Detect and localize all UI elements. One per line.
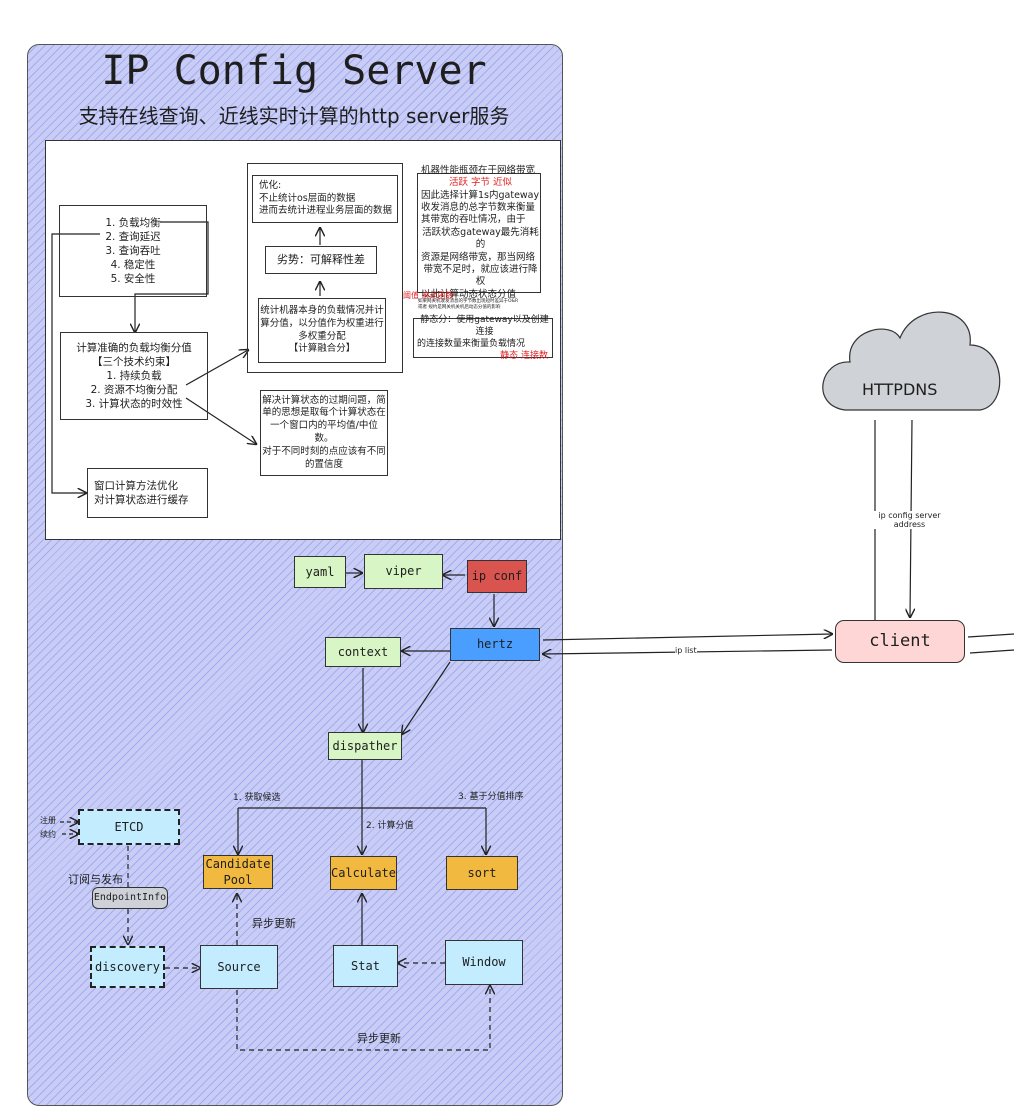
renew-label: 续约: [40, 830, 56, 839]
constraints-box: 计算准确的负载均衡分值 【三个技术约束】 1. 持续负载 2. 资源不均衡分配 3. 计…: [60, 332, 208, 420]
optimize-line: 优化:: [259, 179, 282, 191]
note-line: 或者 规约是网关机关机后动态分值的影响: [418, 304, 501, 310]
step2-label: 2. 计算分值: [366, 821, 414, 831]
dynamic-line: 因此选择计算1s内gateway: [421, 189, 540, 201]
step1-label: 1. 获取候选: [233, 793, 281, 803]
discovery-node[interactable]: discovery: [90, 946, 165, 988]
window-note-box: 解决计算状态的过期问题，简 单的思想是取每个计算状态在 一个窗口内的平均值/中位数。…: [260, 390, 388, 476]
goal-item: 3. 查询吞吐: [105, 244, 161, 257]
register-label: 注册: [40, 816, 56, 825]
etcd-node[interactable]: ETCD: [78, 809, 180, 845]
optimize-line: 进而去统计进程业务层面的数据: [259, 205, 393, 217]
constraint-line: 1. 持续负载: [106, 369, 162, 382]
dynamic-tag: 活跃 字节 近似: [448, 177, 513, 189]
goal-item: 5. 安全性: [110, 273, 156, 286]
window-line: 解决计算状态的过期问题，简: [262, 394, 386, 406]
yaml-node[interactable]: yaml: [294, 556, 346, 588]
subscribe-label: 订阅与发布: [68, 873, 123, 886]
constraint-line: 计算准确的负载均衡分值: [76, 341, 192, 354]
goal-item: 1. 负载均衡: [105, 216, 161, 229]
step3-label: 3. 基于分值排序: [458, 792, 524, 802]
constraint-line: 3. 计算状态的时效性: [85, 398, 183, 411]
threshold-note: 如果网关机收发消息的字节数出现短时差异于O&R 或者 规约是网关机关机后动态分值的…: [418, 299, 518, 311]
async-update-label: 异步更新: [252, 917, 296, 930]
async-update-label-2: 异步更新: [357, 1032, 401, 1045]
dynamic-line: 资源是网络带宽，那当网络: [421, 251, 536, 263]
static-line: 静态分：使用gateway以及创建连接: [420, 314, 549, 337]
cache-line: 对计算状态进行缓存: [94, 494, 189, 506]
dynamic-line: 机器性能瓶颈在于网络带宽: [421, 165, 536, 177]
window-node[interactable]: Window: [445, 940, 523, 985]
static-tag: 静态 连接数: [500, 351, 548, 362]
dispatcher-node[interactable]: dispather: [328, 732, 402, 760]
client-node[interactable]: client: [835, 620, 965, 663]
constraint-line: 【三个技术约束】: [92, 355, 176, 368]
constraint-line: 2. 资源不均衡分配: [90, 384, 178, 397]
dynamic-line: 收发消息的总字节数来衡量: [421, 202, 536, 214]
static-score-box: 静态分：使用gateway以及创建连接的连接数量来衡量负载情况 静态 连接数: [413, 315, 553, 361]
fusion-line: 统计机器本身的负载情况并计: [260, 304, 384, 316]
fusion-score-box: 统计机器本身的负载情况并计 算分值，以分值作为权重进行 多权重分配 【计算融合分】: [258, 298, 386, 363]
goal-item: 4. 稳定性: [110, 259, 156, 272]
cache-box: 窗口计算方法优化 对计算状态进行缓存: [87, 468, 208, 518]
ipconf-node[interactable]: ip conf: [467, 560, 527, 593]
endpoint-info-node[interactable]: EndpointInfo: [92, 887, 168, 909]
optimize-line: 不止统计os层面的数据: [259, 192, 356, 204]
fusion-line: 【计算融合分】: [288, 343, 356, 355]
weakness-box: 劣势：可解释性差: [265, 246, 377, 274]
static-line: 的连接数量来衡量负载情况: [417, 339, 526, 349]
hertz-node[interactable]: hertz: [450, 628, 540, 661]
window-line: 一个窗口内的平均值/中位数。: [270, 420, 378, 444]
dynamic-line: 活跃状态gateway最先消耗的: [422, 226, 539, 251]
fusion-line: 多权重分配: [298, 330, 346, 342]
dynamic-score-box: 机器性能瓶颈在于网络带宽 活跃 字节 近似 因此选择计算1s内gateway 收发…: [417, 165, 541, 300]
ip-list-label: ip list: [675, 646, 697, 655]
address-label: ip config server address: [872, 511, 947, 529]
goal-item: 2. 查询延迟: [105, 230, 161, 243]
context-node[interactable]: context: [325, 637, 401, 667]
cache-line: 窗口计算方法优化: [94, 479, 178, 492]
dynamic-line: 带宽不足时，就应该进行降权: [423, 263, 538, 288]
stat-node[interactable]: Stat: [333, 945, 398, 987]
sort-node[interactable]: sort: [446, 856, 518, 890]
window-line: 的置信度: [304, 458, 343, 470]
source-node[interactable]: Source: [200, 945, 278, 989]
fusion-line: 算分值，以分值作为权重进行: [260, 317, 384, 329]
viper-node[interactable]: viper: [364, 554, 443, 589]
window-line: 单的思想是取每个计算状态在: [262, 407, 386, 419]
dynamic-line: 其带宽的吞吐情况，由于: [421, 214, 526, 226]
candidate-pool-node[interactable]: Candidate Pool: [203, 855, 273, 889]
window-line: 对于不同时刻的点应该有不同: [262, 445, 386, 457]
httpdns-label: HTTPDNS: [862, 380, 938, 399]
goals-box: 1. 负载均衡 2. 查询延迟 3. 查询吞吐 4. 稳定性 5. 安全性: [59, 205, 207, 297]
note-line: 如果网关机收发消息的字节数出现短时差异于O&R: [418, 299, 519, 304]
optimize-box: 优化: 不止统计os层面的数据 进而去统计进程业务层面的数据: [252, 175, 398, 223]
calculate-node[interactable]: Calculate: [330, 856, 397, 890]
connector-arrows: [51, 221, 1014, 1051]
